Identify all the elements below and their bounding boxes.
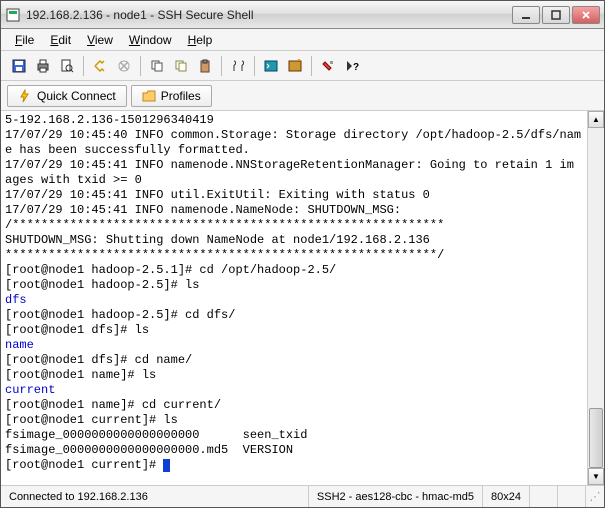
statusbar: Connected to 192.168.2.136 SSH2 - aes128… <box>1 485 604 507</box>
cursor <box>163 459 170 472</box>
menu-window[interactable]: Window <box>121 31 180 49</box>
quick-connect-button[interactable]: Quick Connect <box>7 85 127 107</box>
menubar: File Edit View Window Help <box>1 29 604 51</box>
save-icon[interactable] <box>8 55 30 77</box>
close-button[interactable] <box>572 6 600 24</box>
settings-icon[interactable] <box>317 55 339 77</box>
terminal-line: 17/07/29 10:45:41 INFO namenode.NNStorag… <box>5 158 600 173</box>
terminal-line: 17/07/29 10:45:41 INFO namenode.NameNode… <box>5 203 600 218</box>
disconnect-icon[interactable] <box>113 55 135 77</box>
terminal-line: dfs <box>5 293 600 308</box>
terminal-line: [root@node1 current]# ls <box>5 413 600 428</box>
terminal-line: [root@node1 name]# ls <box>5 368 600 383</box>
scroll-up-arrow[interactable]: ▲ <box>588 111 604 128</box>
preview-icon[interactable] <box>56 55 78 77</box>
print-icon[interactable] <box>32 55 54 77</box>
menu-help[interactable]: Help <box>180 31 221 49</box>
terminal-area: 5-192.168.2.136-150129634041917/07/29 10… <box>1 111 604 485</box>
paste-icon[interactable] <box>194 55 216 77</box>
separator <box>221 56 222 76</box>
terminal-line: ages with txid >= 0 <box>5 173 600 188</box>
terminal-line: [root@node1 dfs]# cd name/ <box>5 353 600 368</box>
maximize-button[interactable] <box>542 6 570 24</box>
separator <box>311 56 312 76</box>
status-size: 80x24 <box>483 486 530 507</box>
menu-edit[interactable]: Edit <box>42 31 79 49</box>
status-pad1 <box>530 486 558 507</box>
terminal-line: SHUTDOWN_MSG: Shutting down NameNode at … <box>5 233 600 248</box>
lightning-icon <box>18 89 32 103</box>
profiles-button[interactable]: Profiles <box>131 85 212 107</box>
terminal-line: e has been successfully formatted. <box>5 143 600 158</box>
terminal-line: [root@node1 current]# <box>5 458 600 473</box>
connection-bar: Quick Connect Profiles <box>1 81 604 111</box>
terminal-line: 17/07/29 10:45:41 INFO util.ExitUtil: Ex… <box>5 188 600 203</box>
find-icon[interactable] <box>227 55 249 77</box>
terminal-line: 5-192.168.2.136-1501296340419 <box>5 113 600 128</box>
menu-file[interactable]: File <box>7 31 42 49</box>
terminal-line: current <box>5 383 600 398</box>
quick-connect-label: Quick Connect <box>37 89 116 103</box>
profiles-label: Profiles <box>161 89 201 103</box>
terminal-line: fsimage_0000000000000000000.md5 VERSION <box>5 443 600 458</box>
window-controls <box>510 6 600 24</box>
scrollbar[interactable]: ▲ ▼ <box>587 111 604 485</box>
terminal-line: [root@node1 dfs]# ls <box>5 323 600 338</box>
help-icon[interactable]: ? <box>341 55 363 77</box>
status-connected: Connected to 192.168.2.136 <box>1 486 309 507</box>
scroll-down-arrow[interactable]: ▼ <box>588 468 604 485</box>
scroll-thumb[interactable] <box>589 408 603 468</box>
terminal-icon[interactable] <box>260 55 282 77</box>
copy-icon[interactable] <box>146 55 168 77</box>
ssh-window: 192.168.2.136 - node1 - SSH Secure Shell… <box>0 0 605 508</box>
titlebar[interactable]: 192.168.2.136 - node1 - SSH Secure Shell <box>1 1 604 29</box>
status-pad2 <box>558 486 586 507</box>
terminal-line: fsimage_0000000000000000000 seen_txid <box>5 428 600 443</box>
terminal-line: /***************************************… <box>5 218 600 233</box>
window-title: 192.168.2.136 - node1 - SSH Secure Shell <box>26 8 510 22</box>
terminal-line: ****************************************… <box>5 248 600 263</box>
terminal-line: [root@node1 hadoop-2.5]# cd dfs/ <box>5 308 600 323</box>
connect-icon[interactable] <box>89 55 111 77</box>
terminal-line: name <box>5 338 600 353</box>
toolbar: ? <box>1 51 604 81</box>
resize-grip[interactable]: ⋰ <box>586 490 604 503</box>
status-cipher: SSH2 - aes128-cbc - hmac-md5 <box>309 486 483 507</box>
separator <box>254 56 255 76</box>
terminal-line: 17/07/29 10:45:40 INFO common.Storage: S… <box>5 128 600 143</box>
minimize-button[interactable] <box>512 6 540 24</box>
terminal-line: [root@node1 name]# cd current/ <box>5 398 600 413</box>
scroll-track[interactable] <box>588 128 604 468</box>
copy2-icon[interactable] <box>170 55 192 77</box>
menu-view[interactable]: View <box>79 31 121 49</box>
terminal-line: [root@node1 hadoop-2.5]# ls <box>5 278 600 293</box>
folder-icon <box>142 89 156 103</box>
svg-text:?: ? <box>353 62 359 73</box>
app-icon <box>5 7 21 23</box>
separator <box>140 56 141 76</box>
terminal[interactable]: 5-192.168.2.136-150129634041917/07/29 10… <box>1 111 604 485</box>
new-terminal-icon[interactable] <box>284 55 306 77</box>
separator <box>83 56 84 76</box>
terminal-line: [root@node1 hadoop-2.5.1]# cd /opt/hadoo… <box>5 263 600 278</box>
